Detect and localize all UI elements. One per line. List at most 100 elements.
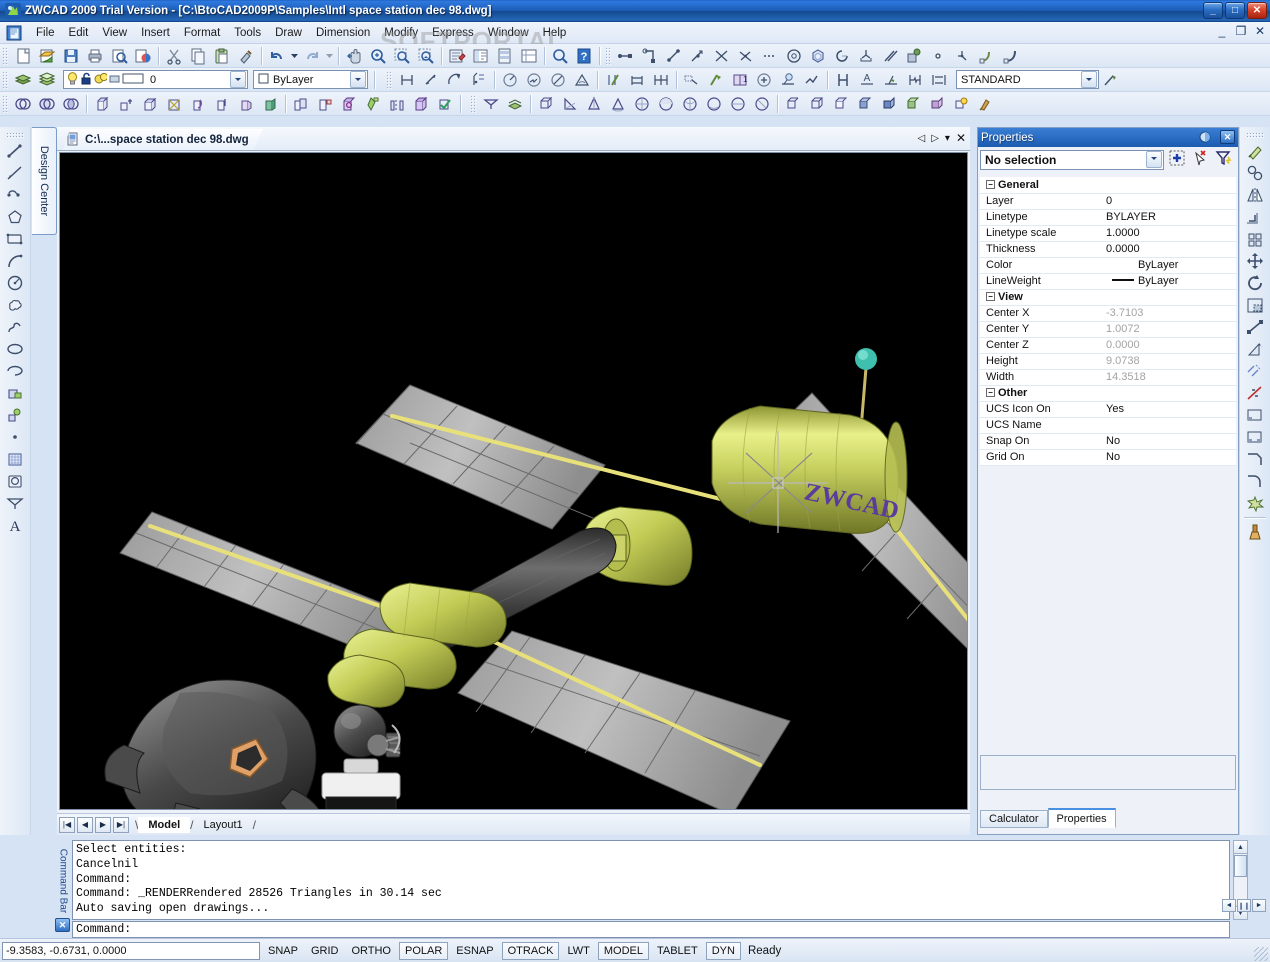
table-row[interactable]: Grid On No xyxy=(980,449,1236,466)
toolbar-grip[interactable] xyxy=(6,132,24,138)
view-bottom-icon[interactable] xyxy=(558,93,582,115)
revision-cloud-icon[interactable] xyxy=(3,294,28,316)
join-icon[interactable] xyxy=(1243,426,1268,448)
color-combo-arrow[interactable] xyxy=(350,71,366,88)
aligned-dimension-icon[interactable] xyxy=(419,69,443,91)
revolve-face-icon[interactable] xyxy=(210,93,234,115)
minimize-button[interactable]: _ xyxy=(1203,2,1223,19)
baseline-dimension-icon[interactable] xyxy=(625,69,649,91)
parallel-icon[interactable] xyxy=(878,45,902,67)
move-icon[interactable] xyxy=(1243,250,1268,272)
render-gouraud-edges-icon[interactable] xyxy=(925,93,949,115)
print-preview-icon[interactable] xyxy=(107,45,131,67)
boundary-icon[interactable] xyxy=(974,45,998,67)
dimension-space-icon[interactable] xyxy=(927,69,951,91)
property-value[interactable]: Yes xyxy=(1102,401,1236,418)
table-row[interactable]: Center X -3.7103 xyxy=(980,305,1236,322)
copy-face-icon[interactable] xyxy=(289,93,313,115)
menu-item-edit[interactable]: Edit xyxy=(62,24,96,42)
quick-select-remove-icon[interactable] xyxy=(1191,149,1210,170)
offset-icon[interactable] xyxy=(1243,206,1268,228)
break-at-point-icon[interactable] xyxy=(1243,382,1268,404)
layout-nav-next[interactable]: ▶ xyxy=(95,816,111,833)
angular-dimension-icon[interactable] xyxy=(570,69,594,91)
menu-item-modify[interactable]: Modify xyxy=(377,24,425,42)
quick-select-filter-icon[interactable] xyxy=(1214,149,1233,170)
polygon-icon[interactable] xyxy=(806,45,830,67)
view-named-icon[interactable] xyxy=(479,93,503,115)
table-row[interactable]: Center Z 0.0000 xyxy=(980,337,1236,354)
copy-object-icon[interactable] xyxy=(1243,162,1268,184)
ray-icon[interactable] xyxy=(662,45,686,67)
point-icon[interactable] xyxy=(3,426,28,448)
tab-calculator[interactable]: Calculator xyxy=(980,810,1048,828)
cut-icon[interactable] xyxy=(162,45,186,67)
taper-face-icon[interactable] xyxy=(234,93,258,115)
dimension-jog-line-icon[interactable] xyxy=(903,69,927,91)
redo-dropdown-icon[interactable] xyxy=(324,45,335,67)
center-mark-icon[interactable]: 1 xyxy=(728,69,752,91)
undo-icon[interactable] xyxy=(265,45,289,67)
layout-nav-first[interactable]: |◀ xyxy=(59,816,75,833)
make-block-icon[interactable] xyxy=(3,404,28,426)
render-gouraud-icon[interactable] xyxy=(877,93,901,115)
hatch-icon[interactable] xyxy=(902,45,926,67)
tolerance-icon[interactable] xyxy=(704,69,728,91)
menu-item-format[interactable]: Format xyxy=(177,24,227,42)
layer-manager-icon[interactable] xyxy=(35,69,59,91)
render-icon[interactable] xyxy=(949,93,973,115)
property-value[interactable]: 0.0000 xyxy=(1102,241,1236,258)
dimension-text-edit-icon[interactable] xyxy=(776,69,800,91)
menu-item-view[interactable]: View xyxy=(95,24,134,42)
view-sw-iso-icon[interactable] xyxy=(678,93,702,115)
circle-icon[interactable] xyxy=(782,45,806,67)
quick-leader-icon[interactable] xyxy=(680,69,704,91)
new-icon[interactable] xyxy=(11,45,35,67)
layout-tab-layout1[interactable]: Layout1 xyxy=(193,817,252,833)
properties-group-general[interactable]: − General xyxy=(980,177,1236,194)
table-row[interactable]: Layer 0 xyxy=(980,193,1236,210)
save-icon[interactable] xyxy=(59,45,83,67)
jogged-radius-icon[interactable] xyxy=(522,69,546,91)
clean-brush-icon[interactable] xyxy=(1243,521,1268,543)
zoom-all-icon[interactable] xyxy=(548,45,572,67)
chamfer-icon[interactable] xyxy=(1243,448,1268,470)
layout-nav-last[interactable]: ▶| xyxy=(113,816,129,833)
table-row[interactable]: Width 14.3518 xyxy=(980,369,1236,386)
explode-icon[interactable] xyxy=(1243,492,1268,514)
pan-realtime-icon[interactable] xyxy=(342,45,366,67)
subtract-icon[interactable] xyxy=(35,93,59,115)
arc-length-dimension-icon[interactable] xyxy=(443,69,467,91)
menu-item-dimension[interactable]: Dimension xyxy=(309,24,377,42)
render-flat-edges-icon[interactable] xyxy=(901,93,925,115)
coordinate-display[interactable]: -9.3583, -0.6731, 0.0000 xyxy=(2,941,260,960)
status-toggle-esnap[interactable]: ESNAP xyxy=(451,942,498,960)
property-value[interactable]: 0 xyxy=(1102,193,1236,210)
close-icon[interactable]: ✕ xyxy=(1220,130,1235,144)
copy-icon[interactable] xyxy=(186,45,210,67)
layer-states-icon[interactable] xyxy=(11,69,35,91)
elliptical-arc-icon[interactable] xyxy=(3,360,28,382)
menu-item-tools[interactable]: Tools xyxy=(227,24,268,42)
drawing-viewport[interactable]: ZWCAD xyxy=(59,152,968,810)
intersect-icon[interactable] xyxy=(59,93,83,115)
revolve-icon[interactable] xyxy=(186,93,210,115)
stretch-icon[interactable] xyxy=(1243,316,1268,338)
continue-dimension-icon[interactable] xyxy=(649,69,673,91)
construction-line-icon[interactable] xyxy=(686,45,710,67)
scroll-up-arrow[interactable]: ▲ xyxy=(1234,841,1247,854)
point-block-icon[interactable] xyxy=(854,45,878,67)
diameter-dimension-icon[interactable] xyxy=(546,69,570,91)
status-toggle-tablet[interactable]: TABLET xyxy=(652,942,703,960)
tool-palette-icon[interactable] xyxy=(493,45,517,67)
toolbar-grip[interactable] xyxy=(2,94,9,113)
circle-icon[interactable] xyxy=(3,272,28,294)
status-toggle-model[interactable]: MODEL xyxy=(597,941,649,960)
status-toggle-polar[interactable]: POLAR xyxy=(399,941,449,960)
collapse-icon[interactable]: − xyxy=(986,292,995,301)
point-small-icon[interactable] xyxy=(926,45,950,67)
collapse-icon[interactable]: − xyxy=(986,179,995,189)
ordinate-dimension-icon[interactable] xyxy=(467,69,491,91)
color-combo[interactable]: ByLayer xyxy=(253,70,368,89)
print-icon[interactable] xyxy=(83,45,107,67)
